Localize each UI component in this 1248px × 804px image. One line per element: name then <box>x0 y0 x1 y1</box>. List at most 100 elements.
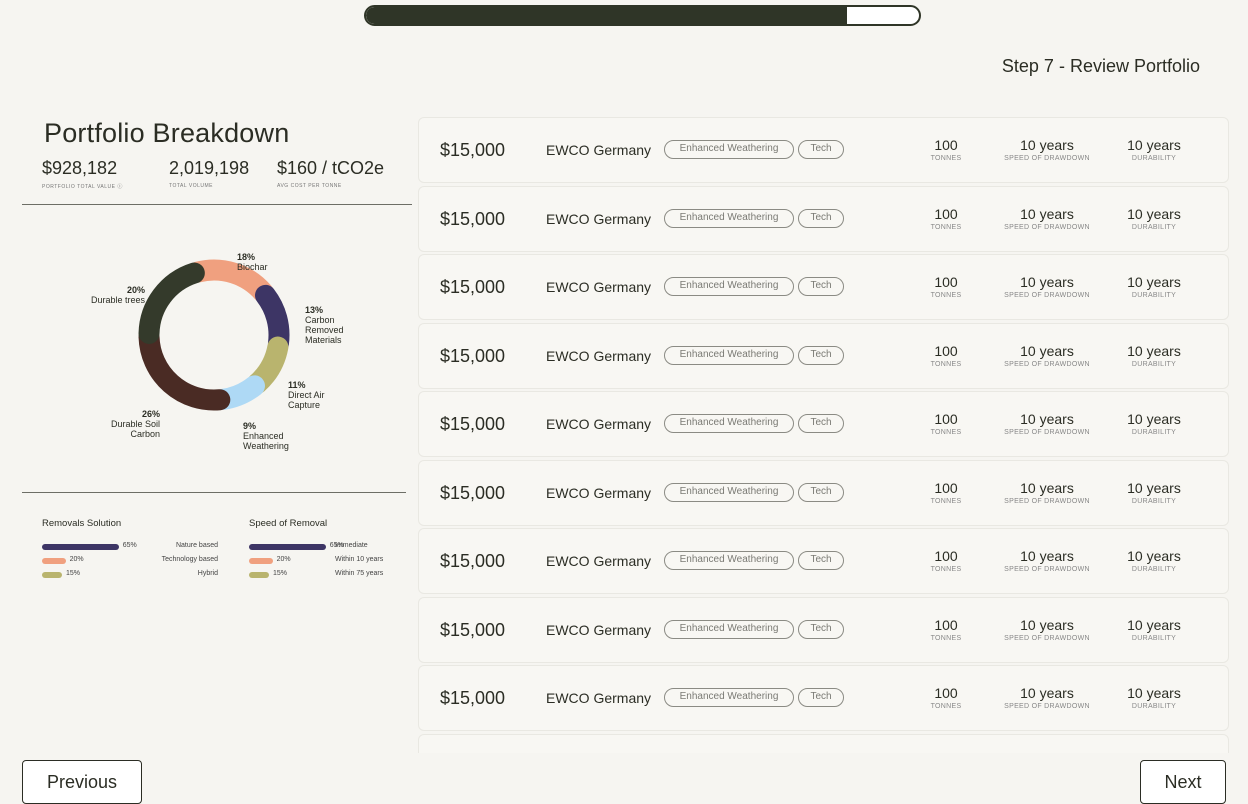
legend-name: Within 75 years <box>335 570 384 577</box>
metric-label: TONNES <box>930 360 962 368</box>
legend-bar <box>249 558 273 564</box>
project-list[interactable]: $15,000 EWCO Germany Enhanced Weathering Te… <box>418 117 1229 753</box>
removals-solution-title: Removals Solution <box>42 518 122 529</box>
metric-value: 100 <box>934 411 958 427</box>
stat-label: PORTFOLIO TOTAL VALUE ⓘ <box>42 184 123 190</box>
project-name: EWCO Germany <box>546 690 652 706</box>
metric-label: SPEED OF DRAWDOWN <box>1004 223 1090 231</box>
legend-bar <box>249 572 269 578</box>
donut-label-crm: 13% Carbon Removed Materials <box>305 305 344 345</box>
type-tag: Tech <box>798 688 844 707</box>
method-tag: Enhanced Weathering <box>664 482 794 502</box>
metric-value: 10 years <box>1020 479 1074 496</box>
step-title: Step 7 - Review Portfolio <box>1001 56 1200 76</box>
durability-metric: 10 years DURABILITY <box>1109 343 1199 368</box>
donut-label-text: Biochar <box>237 262 268 272</box>
metric-label: TONNES <box>930 566 962 573</box>
metric-value: 100 <box>934 685 958 701</box>
durability-metric: 10 years DURABILITY <box>1109 548 1199 573</box>
legend-bar <box>249 544 326 550</box>
project-row[interactable]: $15,000 EWCO Germany Enhanced Weathering Te… <box>418 322 1229 389</box>
metric-label: TONNES <box>930 497 962 505</box>
metric-value: 10 years <box>1020 548 1074 564</box>
type-tag: Tech <box>798 482 844 502</box>
stat-total-volume: 2,019,198 TOTAL VOLUME <box>169 158 249 189</box>
method-tag: Enhanced Weathering <box>664 619 794 639</box>
next-button[interactable]: Next <box>1140 760 1226 804</box>
donut-label-pct: 11% <box>288 380 306 390</box>
legend-name: Immediate <box>335 542 368 549</box>
project-name: EWCO Germany <box>546 621 652 638</box>
project-name: EWCO Germany <box>546 416 652 432</box>
legend-name: Hybrid <box>197 570 218 577</box>
tonnes-metric: 100 TONNES <box>916 617 976 642</box>
metric-value: 10 years <box>1020 616 1074 633</box>
legend-pct: 20% <box>69 556 84 563</box>
metric-label: TONNES <box>930 703 962 710</box>
project-row[interactable]: $15,000 EWCO Germany Enhanced Weathering Te… <box>418 391 1229 457</box>
metric-label: SPEED OF DRAWDOWN <box>1004 703 1090 710</box>
donut-svg <box>138 259 290 411</box>
project-row[interactable]: $15,000 EWCO Germany Enhanced Weathering Te… <box>418 528 1229 594</box>
legend-bar <box>42 544 119 550</box>
previous-button[interactable]: Previous <box>22 760 142 804</box>
metric-label: DURABILITY <box>1131 292 1177 299</box>
metric-value: 100 <box>934 137 958 153</box>
stat-label: AVG COST PER TONNE <box>277 183 342 189</box>
donut-label-text: Carbon <box>130 429 160 439</box>
metric-value: 10 years <box>1127 274 1181 290</box>
metric-label: TONNES <box>930 223 962 231</box>
stat-value: 2,019,198 <box>169 158 250 178</box>
metric-value: 10 years <box>1020 685 1074 701</box>
project-row[interactable]: $15,000 EWCO Germany Enhanced Weathering Te… <box>418 185 1229 252</box>
stat-avg-cost: $160 / tCO2e AVG COST PER TONNE <box>277 158 384 189</box>
metric-label: SPEED OF DRAWDOWN <box>1004 497 1090 505</box>
donut-label-text: Weathering <box>243 441 289 451</box>
type-tag: Tech <box>798 208 844 228</box>
project-row[interactable]: $15,000 EWCO Germany Enhanced Weathering Te… <box>418 254 1229 320</box>
donut-label-pct: 20% <box>126 285 145 295</box>
speed-metric: 10 years SPEED OF DRAWDOWN <box>989 343 1105 368</box>
project-price: $15,000 <box>440 414 506 434</box>
metric-label: SPEED OF DRAWDOWN <box>1004 155 1090 162</box>
donut-label-text: Durable Soil <box>110 419 160 429</box>
project-row[interactable]: $15,000 EWCO Germany Enhanced Weathering Te… <box>418 459 1229 526</box>
metric-label: SPEED OF DRAWDOWN <box>1004 292 1090 299</box>
metric-value: 10 years <box>1020 342 1074 359</box>
progress-fill <box>366 7 848 24</box>
donut-label-text: Durable trees <box>90 295 145 305</box>
project-row[interactable]: $15,000 EWCO Germany Enhanced Weathering Te… <box>418 596 1229 663</box>
project-row[interactable]: $15,000 EWCO Germany Enhanced Weathering Te… <box>418 665 1229 731</box>
type-tag: Tech <box>798 414 844 433</box>
method-tag: Enhanced Weathering <box>664 345 794 365</box>
durability-metric: 10 years DURABILITY <box>1109 206 1199 231</box>
type-tag: Tech <box>798 551 844 570</box>
speed-metric: 10 years SPEED OF DRAWDOWN <box>989 548 1105 573</box>
durability-metric: 10 years DURABILITY <box>1109 617 1199 642</box>
stat-label: TOTAL VOLUME <box>169 183 213 189</box>
project-row[interactable] <box>418 733 1229 753</box>
metric-value: 10 years <box>1020 137 1074 153</box>
legend-pct: 65% <box>122 542 137 549</box>
donut-label-text: Materials <box>305 335 342 345</box>
divider <box>22 492 406 493</box>
metric-label: DURABILITY <box>1131 155 1177 162</box>
donut-segment <box>138 262 205 344</box>
metric-value: 10 years <box>1127 616 1181 633</box>
project-row[interactable]: $15,000 EWCO Germany Enhanced Weathering Te… <box>418 117 1229 183</box>
donut-label-ew: 9% Enhanced Weathering <box>243 421 289 451</box>
donut-label-pct: 9% <box>243 421 257 431</box>
metric-label: DURABILITY <box>1131 429 1177 436</box>
metric-label: DURABILITY <box>1131 703 1177 710</box>
project-price: $15,000 <box>440 482 506 503</box>
donut-label-trees: 20% Durable trees <box>80 285 145 305</box>
method-tag: Enhanced Weathering <box>664 414 794 433</box>
metric-label: TONNES <box>930 155 962 162</box>
legend-name: Technology based <box>161 556 218 563</box>
stat-value: $160 / tCO2e <box>277 158 385 178</box>
method-tag: Enhanced Weathering <box>664 277 794 296</box>
speed-metric: 10 years SPEED OF DRAWDOWN <box>989 685 1105 710</box>
tonnes-metric: 100 TONNES <box>916 548 976 573</box>
durability-metric: 10 years DURABILITY <box>1109 411 1199 436</box>
speed-metric: 10 years SPEED OF DRAWDOWN <box>989 411 1105 436</box>
